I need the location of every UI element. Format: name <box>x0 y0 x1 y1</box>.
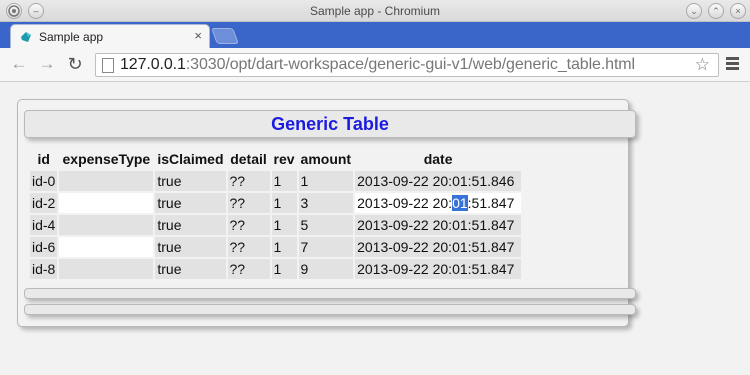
forward-button[interactable]: → <box>37 54 57 74</box>
close-window-button[interactable]: × <box>730 3 746 19</box>
col-date[interactable]: date <box>355 149 521 169</box>
date-text: 01 <box>452 173 468 189</box>
back-button[interactable]: ← <box>9 54 29 74</box>
date-text: 2013-09-22 20: <box>357 195 453 211</box>
cell-expensetype[interactable] <box>59 259 154 279</box>
panel-header: Generic Table <box>24 110 636 138</box>
page-content: Generic Table id expenseType isClaimed d… <box>0 83 750 375</box>
date-selected-text[interactable]: 01 <box>452 195 468 211</box>
new-tab-button[interactable] <box>211 28 239 44</box>
generic-table-panel: Generic Table id expenseType isClaimed d… <box>17 99 636 327</box>
table-row[interactable]: id-8 true ?? 1 9 2013-09-22 20:01:51.847 <box>30 259 522 279</box>
date-text: 2013-09-22 20: <box>357 173 453 189</box>
date-text: 2013-09-22 20: <box>357 239 453 255</box>
col-rev[interactable]: rev <box>272 149 297 169</box>
cell-isclaimed: true <box>155 259 226 279</box>
window-title: Sample app - Chromium <box>309 4 441 18</box>
page-icon <box>102 58 114 73</box>
date-text: 01 <box>452 239 468 255</box>
bookmark-star-icon[interactable]: ☆ <box>695 55 710 75</box>
tab-title: Sample app <box>39 30 104 44</box>
cell-rev: 1 <box>271 171 297 191</box>
cell-expensetype[interactable] <box>59 215 154 235</box>
cell-amount: 7 <box>298 237 354 257</box>
cell-isclaimed: true <box>155 171 226 191</box>
tab-sample-app[interactable]: Sample app × <box>10 24 210 48</box>
cell-date[interactable]: 2013-09-22 20:01:51.847 <box>355 193 522 213</box>
cell-expensetype[interactable] <box>59 237 154 257</box>
cell-date[interactable]: 2013-09-22 20:01:51.847 <box>355 259 522 279</box>
cell-date[interactable]: 2013-09-22 20:01:51.846 <box>355 171 522 191</box>
cell-rev: 1 <box>271 193 297 213</box>
url-path: :3030/opt/dart-workspace/generic-gui-v1/… <box>185 56 635 73</box>
cell-isclaimed: true <box>155 237 226 257</box>
cell-expensetype[interactable] <box>59 193 154 213</box>
minimize-button[interactable]: ⌄ <box>686 3 702 19</box>
window-titlebar: – Sample app - Chromium ⌄ ⌃ × <box>0 0 750 22</box>
cell-rev: 1 <box>271 259 297 279</box>
cell-id: id-0 <box>30 171 58 191</box>
browser-toolbar: ← → ↻ 127.0.0.1:3030/opt/dart-workspace/… <box>0 48 750 82</box>
cell-detail: ?? <box>227 237 270 257</box>
cell-amount: 9 <box>298 259 354 279</box>
data-table: id expenseType isClaimed detail rev amou… <box>28 147 523 281</box>
date-text: 01 <box>452 217 468 233</box>
cell-id: id-8 <box>30 259 58 279</box>
date-text: :51.847 <box>467 261 515 277</box>
cell-isclaimed: true <box>155 215 226 235</box>
cell-id: id-2 <box>30 193 58 213</box>
dart-logo-icon <box>21 32 31 42</box>
date-text: :51.847 <box>467 195 515 211</box>
url-text[interactable]: 127.0.0.1:3030/opt/dart-workspace/generi… <box>120 56 635 74</box>
address-bar[interactable]: 127.0.0.1:3030/opt/dart-workspace/generi… <box>95 53 719 77</box>
col-id[interactable]: id <box>30 149 57 169</box>
cell-detail: ?? <box>227 259 270 279</box>
cell-id: id-6 <box>30 237 58 257</box>
maximize-button[interactable]: ⌃ <box>708 3 724 19</box>
cell-rev: 1 <box>271 237 297 257</box>
date-text: 01 <box>452 261 468 277</box>
cell-isclaimed: true <box>155 193 226 213</box>
table-row[interactable]: id-6 true ?? 1 7 2013-09-22 20:01:51.847 <box>30 237 522 257</box>
panel-footer-bar <box>24 304 636 315</box>
tab-close-icon[interactable]: × <box>194 28 202 43</box>
cell-amount: 1 <box>298 171 354 191</box>
cell-amount: 5 <box>298 215 354 235</box>
table-row[interactable]: id-0 true ?? 1 1 2013-09-22 20:01:51.846 <box>30 171 522 191</box>
cell-id: id-4 <box>30 215 58 235</box>
date-text: :51.846 <box>467 173 515 189</box>
reload-button[interactable]: ↻ <box>65 54 85 74</box>
date-text: 2013-09-22 20: <box>357 217 453 233</box>
tab-strip: Sample app × <box>0 22 750 48</box>
date-text: 2013-09-22 20: <box>357 261 453 277</box>
col-isclaimed[interactable]: isClaimed <box>155 149 225 169</box>
cell-date[interactable]: 2013-09-22 20:01:51.847 <box>355 237 522 257</box>
col-expensetype[interactable]: expenseType <box>59 149 153 169</box>
cell-detail: ?? <box>227 215 270 235</box>
url-host: 127.0.0.1 <box>120 56 186 73</box>
cell-detail: ?? <box>227 171 270 191</box>
cell-rev: 1 <box>271 215 297 235</box>
table-row[interactable]: id-2 true ?? 1 3 2013-09-22 20:01:51.847 <box>30 193 522 213</box>
col-detail[interactable]: detail <box>228 149 270 169</box>
date-text: :51.847 <box>467 239 515 255</box>
panel-footer-bar <box>24 288 636 299</box>
cell-detail: ?? <box>227 193 270 213</box>
cell-amount: 3 <box>298 193 354 213</box>
cell-date[interactable]: 2013-09-22 20:01:51.847 <box>355 215 522 235</box>
table-header-row: id expenseType isClaimed detail rev amou… <box>30 149 521 169</box>
date-text: :51.847 <box>467 217 515 233</box>
table-row[interactable]: id-4 true ?? 1 5 2013-09-22 20:01:51.847 <box>30 215 522 235</box>
cell-expensetype[interactable] <box>59 171 154 191</box>
col-amount[interactable]: amount <box>299 149 354 169</box>
chrome-menu-button[interactable] <box>724 55 742 75</box>
panel-title: Generic Table <box>271 114 389 134</box>
